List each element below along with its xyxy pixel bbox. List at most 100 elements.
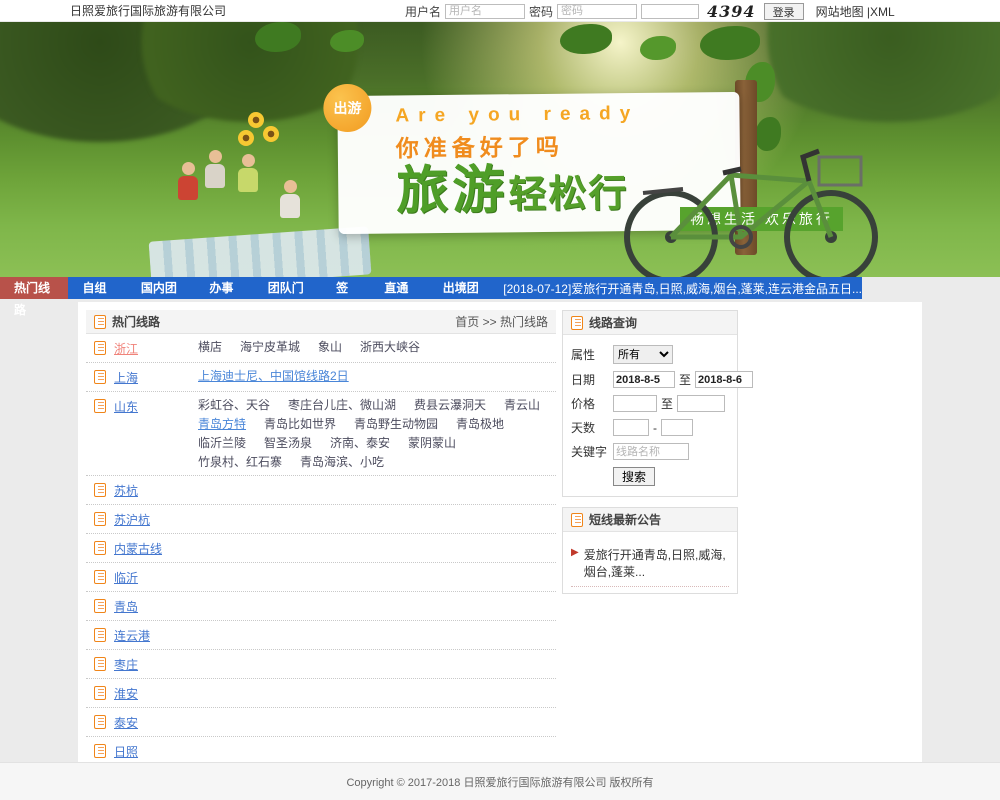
document-icon xyxy=(94,599,106,613)
route-item[interactable]: 青云山 xyxy=(504,398,540,413)
nav-item-1[interactable]: 热门线路 xyxy=(0,277,68,299)
document-icon xyxy=(94,657,106,671)
route-item-link[interactable]: 青岛方特 xyxy=(198,417,246,432)
breadcrumb-home[interactable]: 首页 xyxy=(455,315,479,329)
travel-badge: 出游 xyxy=(323,84,372,133)
region-link[interactable]: 内蒙古线 xyxy=(114,540,198,557)
route-item[interactable]: 临沂兰陵 xyxy=(198,436,246,451)
main-nav: 热门线路自组团国内团队办事处团队门票签证直通车出境团队 [2018-07-12]… xyxy=(0,277,862,299)
nav-news-link[interactable]: [2018-07-12]爱旅行开通青岛,日照,威海,烟台,蓬莱,连云港金品五日.… xyxy=(503,280,862,297)
nav-item-4[interactable]: 办事处 xyxy=(195,277,253,299)
route-item[interactable]: 竹泉村、红石寨 xyxy=(198,455,282,470)
topbar: 日照爱旅行国际旅游有限公司 用户名 密码 4394 登录 网站地图 |XML xyxy=(0,0,1000,22)
hero-banner: 出游 Are you ready 你准备好了吗 旅游轻松行 畅想生活 欢乐旅行 xyxy=(0,22,1000,277)
bicycle-illustration xyxy=(613,135,888,277)
nav-item-7[interactable]: 直通车 xyxy=(370,277,428,299)
route-search-header: 线路查询 xyxy=(563,311,737,335)
notice-title: 短线最新公告 xyxy=(589,511,661,528)
breadcrumb-current: 热门线路 xyxy=(500,315,548,329)
route-row: 山东彩虹谷、天谷 枣庄台儿庄、微山湖 费县云瀑洞天 青云山青岛方特 青岛比如世界 青岛野生… xyxy=(86,392,556,476)
date-from-input[interactable] xyxy=(613,371,675,388)
breadcrumb-separator: >> xyxy=(483,315,497,329)
route-item[interactable]: 横店 xyxy=(198,340,222,355)
region-link[interactable]: 苏沪杭 xyxy=(114,511,198,528)
route-item-link[interactable]: 上海迪士尼、中国馆线路2日 xyxy=(198,369,349,384)
route-row: 浙江横店 海宁皮革城 象山 浙西大峡谷 xyxy=(86,334,556,363)
price-label: 价格 xyxy=(571,395,609,412)
family-figure xyxy=(280,180,300,218)
notice-item[interactable]: ▶爱旅行开通青岛,日照,威海,烟台,蓬莱... xyxy=(571,546,729,587)
username-label: 用户名 xyxy=(405,3,441,20)
route-row: 苏沪杭 xyxy=(86,505,556,534)
route-row: 上海上海迪士尼、中国馆线路2日 xyxy=(86,363,556,392)
keyword-input[interactable] xyxy=(613,443,689,460)
route-item[interactable]: 青岛海滨、小吃 xyxy=(300,455,384,470)
nav-item-3[interactable]: 国内团队 xyxy=(127,277,195,299)
region-link[interactable]: 淮安 xyxy=(114,685,198,702)
nav-item-6[interactable]: 签证 xyxy=(322,277,370,299)
route-row: 临沂 xyxy=(86,563,556,592)
tree-canopy xyxy=(740,22,1000,122)
sitemap-link[interactable]: 网站地图 xyxy=(816,5,864,19)
price-from-input[interactable] xyxy=(613,395,657,412)
document-icon xyxy=(94,512,106,526)
login-button[interactable]: 登录 xyxy=(764,3,804,20)
region-link[interactable]: 连云港 xyxy=(114,627,198,644)
route-item[interactable]: 海宁皮革城 xyxy=(240,340,300,355)
sunflower xyxy=(248,112,264,128)
date-to-label: 至 xyxy=(679,371,691,388)
route-item[interactable]: 智圣汤泉 xyxy=(264,436,312,451)
date-to-input[interactable] xyxy=(695,371,753,388)
route-item[interactable]: 象山 xyxy=(318,340,342,355)
document-icon xyxy=(94,315,106,329)
banner-line-en: Are you ready xyxy=(395,102,739,128)
region-link[interactable]: 泰安 xyxy=(114,714,198,731)
sitemap-links: 网站地图 |XML xyxy=(816,3,895,20)
xml-link[interactable]: |XML xyxy=(867,5,895,19)
username-input[interactable] xyxy=(445,4,525,19)
days-from-input[interactable] xyxy=(613,419,649,436)
region-link[interactable]: 山东 xyxy=(114,398,198,415)
route-item[interactable]: 青岛极地 xyxy=(456,417,504,432)
route-search-title: 线路查询 xyxy=(589,314,637,331)
region-link[interactable]: 苏杭 xyxy=(114,482,198,499)
notice-list: ▶爱旅行开通青岛,日照,威海,烟台,蓬莱... xyxy=(563,532,737,593)
route-item[interactable]: 青岛野生动物园 xyxy=(354,417,438,432)
region-link[interactable]: 青岛 xyxy=(114,598,198,615)
captcha-input[interactable] xyxy=(641,4,699,19)
region-link[interactable]: 枣庄 xyxy=(114,656,198,673)
route-item[interactable]: 青岛比如世界 xyxy=(264,417,336,432)
route-item[interactable]: 蒙阴蒙山 xyxy=(408,436,456,451)
price-to-input[interactable] xyxy=(677,395,725,412)
region-link[interactable]: 临沂 xyxy=(114,569,198,586)
notice-text: 爱旅行开通青岛,日照,威海,烟台,蓬莱... xyxy=(584,546,729,580)
route-item[interactable]: 济南、泰安 xyxy=(330,436,390,451)
route-item[interactable]: 枣庄台儿庄、微山湖 xyxy=(288,398,396,413)
days-to-input[interactable] xyxy=(661,419,693,436)
document-icon xyxy=(94,744,106,758)
route-item[interactable]: 彩虹谷、天谷 xyxy=(198,398,270,413)
route-sub-items: 彩虹谷、天谷 枣庄台儿庄、微山湖 费县云瀑洞天 青云山青岛方特 青岛比如世界 青岛野生动物… xyxy=(198,398,552,470)
route-row: 枣庄 xyxy=(86,650,556,679)
region-link[interactable]: 日照 xyxy=(114,743,198,760)
route-item[interactable]: 浙西大峡谷 xyxy=(360,340,420,355)
attr-label: 属性 xyxy=(571,346,609,363)
nav-item-2[interactable]: 自组团 xyxy=(68,277,126,299)
hot-routes-title: 热门线路 xyxy=(112,313,160,330)
hot-routes-panel: 热门线路 首页 >> 热门线路 浙江横店 海宁皮革城 象山 浙西大峡谷上海上海迪士尼、… xyxy=(86,310,556,800)
route-sub-items: 上海迪士尼、中国馆线路2日 xyxy=(198,369,349,384)
search-button[interactable]: 搜索 xyxy=(613,467,655,486)
route-sub-items: 横店 海宁皮革城 象山 浙西大峡谷 xyxy=(198,340,420,355)
nav-item-5[interactable]: 团队门票 xyxy=(254,277,322,299)
nav-item-8[interactable]: 出境团队 xyxy=(429,277,497,299)
password-input[interactable] xyxy=(557,4,637,19)
document-icon xyxy=(94,715,106,729)
region-link[interactable]: 上海 xyxy=(114,369,198,386)
route-row: 泰安 xyxy=(86,708,556,737)
document-icon xyxy=(94,570,106,584)
region-link[interactable]: 浙江 xyxy=(114,340,198,357)
route-row: 淮安 xyxy=(86,679,556,708)
attr-select[interactable]: 所有 xyxy=(613,345,673,364)
document-icon xyxy=(94,686,106,700)
route-item[interactable]: 费县云瀑洞天 xyxy=(414,398,486,413)
